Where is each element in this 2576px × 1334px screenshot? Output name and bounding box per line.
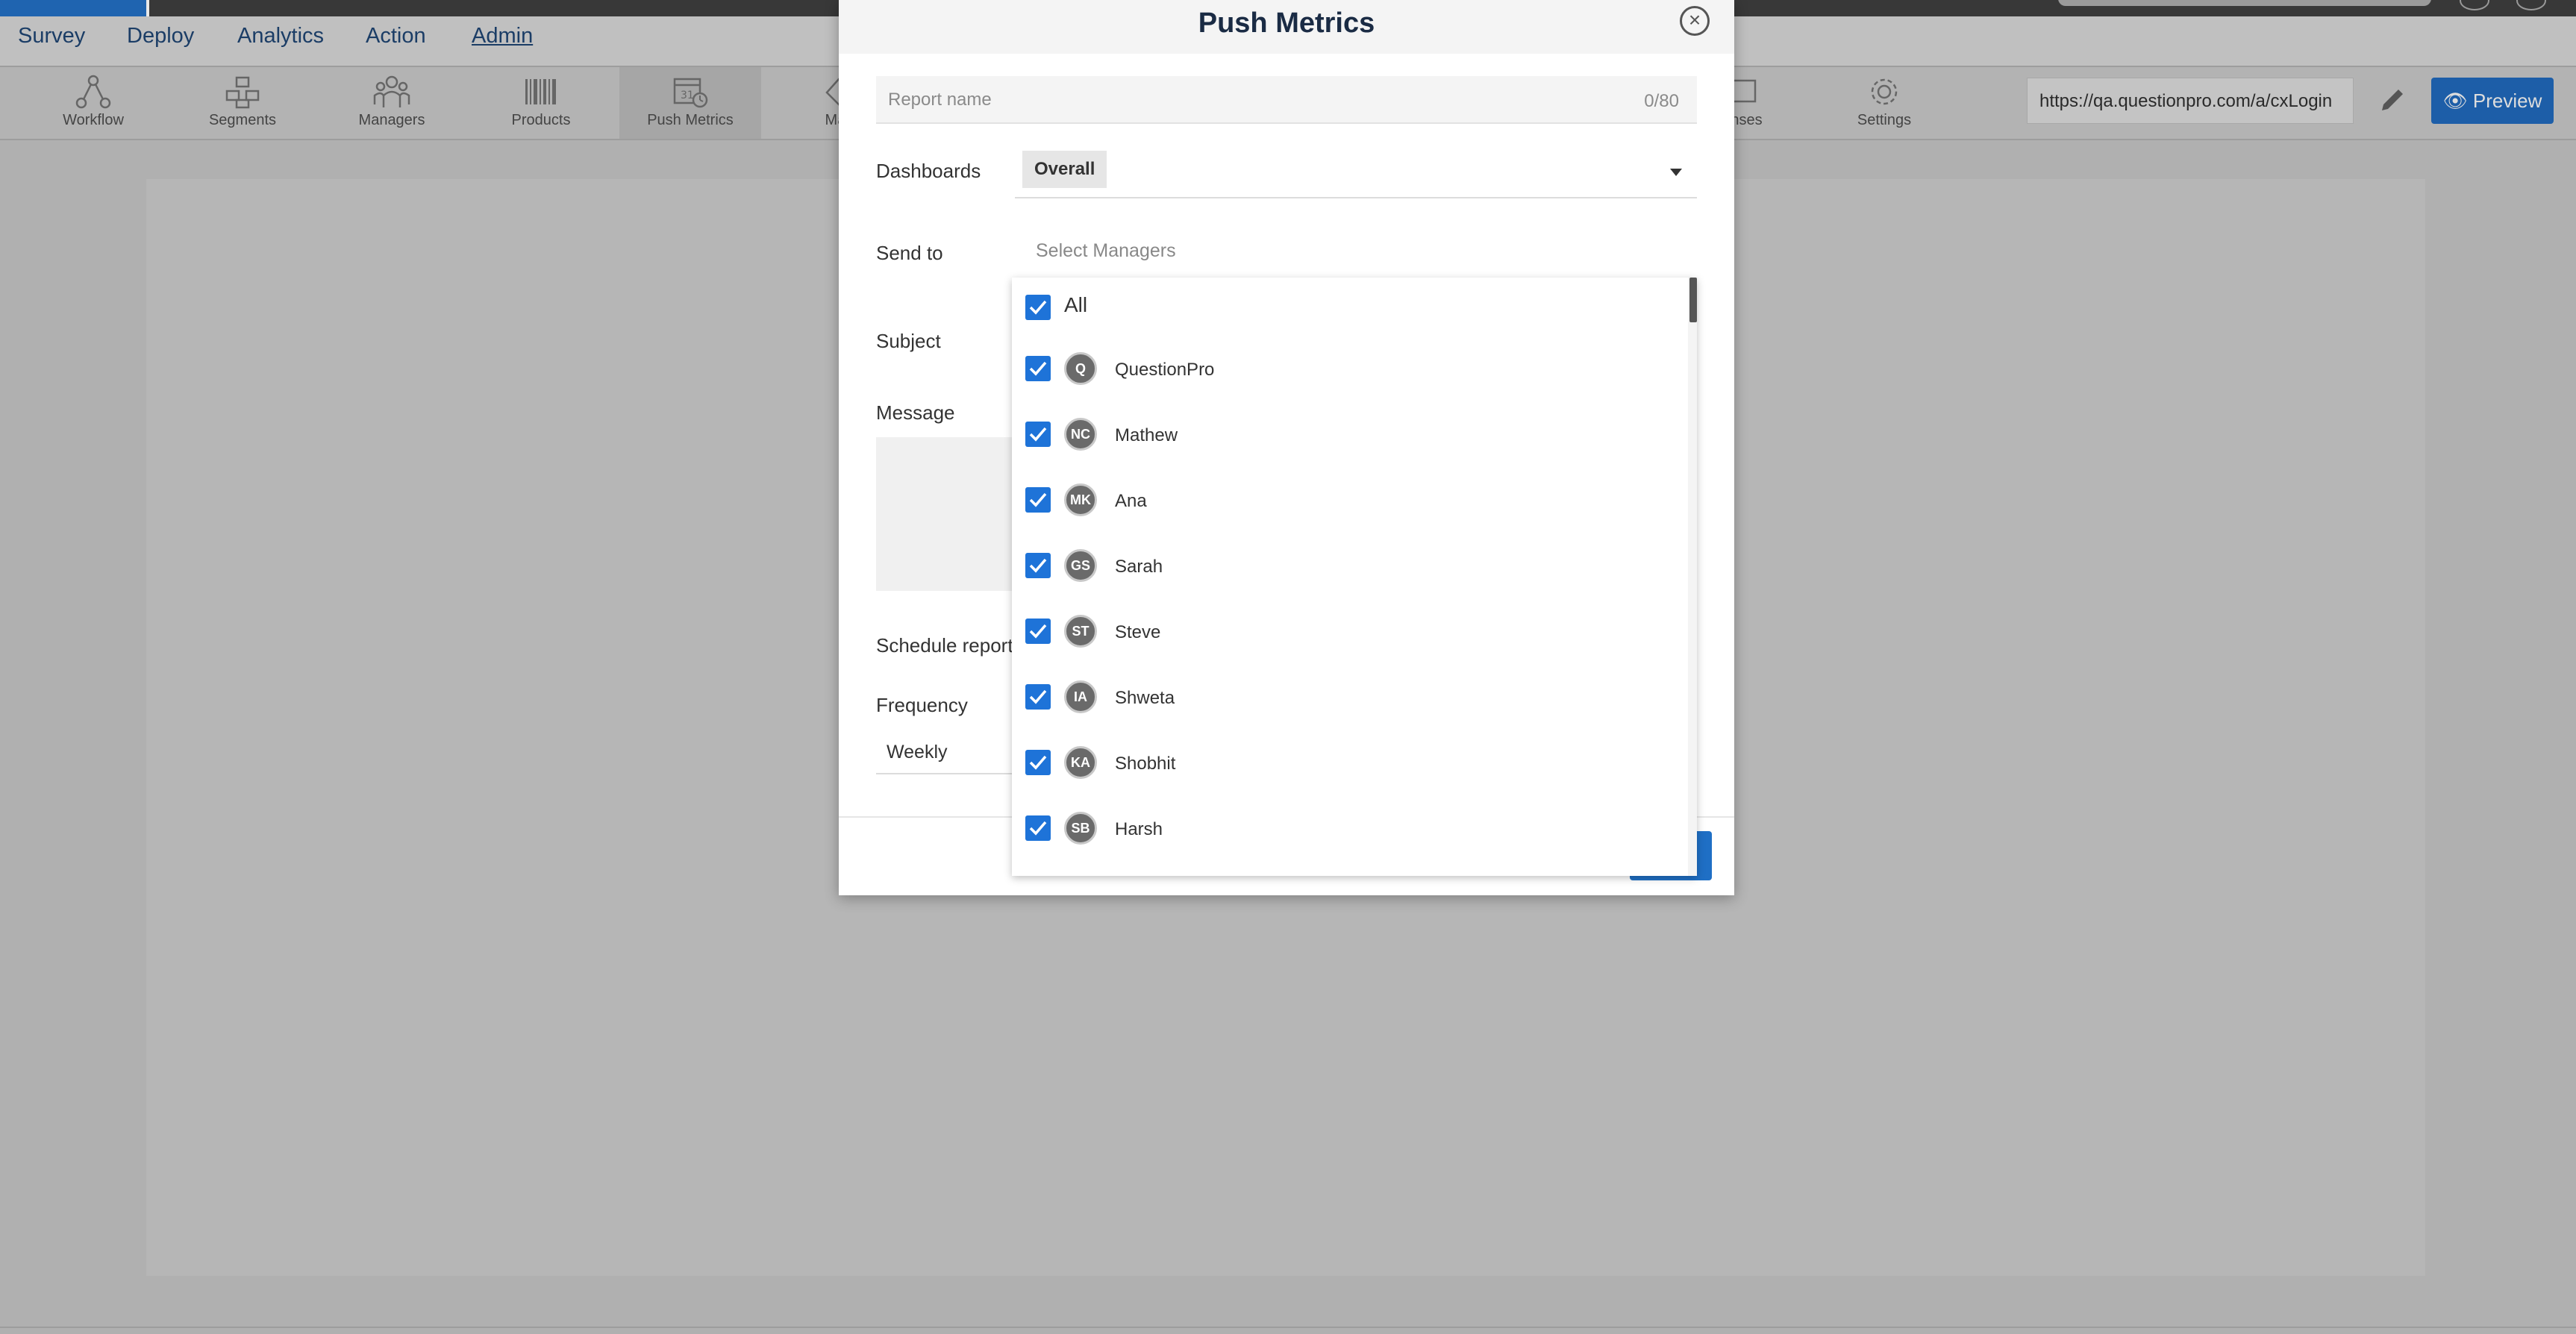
tool-label: Push Metrics — [647, 112, 734, 128]
edit-pencil-icon[interactable] — [2378, 85, 2407, 115]
manager-name: Mathew — [1115, 425, 1178, 445]
nav-admin[interactable]: Admin — [472, 24, 533, 48]
tool-managers[interactable]: Managers — [321, 67, 463, 139]
preview-button-label: Preview — [2472, 90, 2542, 112]
subject-label: Subject — [876, 330, 941, 352]
caret-down-icon[interactable] — [1670, 169, 1682, 176]
avatar: IA — [1064, 680, 1097, 713]
report-name-input[interactable]: Report name 0/80 — [876, 76, 1697, 124]
tool-products[interactable]: Products — [470, 67, 612, 139]
tool-label: Products — [511, 112, 571, 128]
manager-option[interactable]: SB Harsh — [1012, 798, 1684, 858]
manager-option[interactable]: IA Shweta — [1012, 667, 1684, 727]
tool-settings[interactable]: Settings — [1813, 67, 1955, 139]
manager-option[interactable]: NC Mathew — [1012, 404, 1684, 464]
help-icon[interactable] — [2460, 0, 2489, 10]
checkbox-checked-icon[interactable] — [1025, 487, 1051, 513]
tool-label: Segments — [208, 112, 277, 128]
manager-name: Steve — [1115, 622, 1161, 642]
checkbox-checked-icon[interactable] — [1025, 815, 1051, 841]
avatar: GS — [1064, 549, 1097, 582]
checkbox-checked-icon[interactable] — [1025, 356, 1051, 381]
message-textarea[interactable] — [876, 437, 1025, 591]
checkbox-checked-icon[interactable] — [1025, 750, 1051, 775]
svg-text:31: 31 — [681, 90, 694, 101]
modal-title: Push Metrics — [1198, 7, 1375, 39]
manager-name: Harsh — [1115, 819, 1163, 839]
manager-name: QuestionPro — [1115, 360, 1215, 380]
checkbox-checked-icon[interactable] — [1025, 295, 1051, 320]
nav-survey[interactable]: Survey — [18, 24, 85, 48]
nav-deploy[interactable]: Deploy — [127, 24, 194, 48]
checkbox-checked-icon[interactable] — [1025, 619, 1051, 644]
avatar: Q — [1064, 352, 1097, 385]
modal-header: Push Metrics × — [839, 0, 1734, 54]
checkbox-checked-icon[interactable] — [1025, 553, 1051, 578]
checkbox-checked-icon[interactable] — [1025, 422, 1051, 447]
dashboards-select[interactable]: Overall — [1015, 146, 1697, 198]
managers-dropdown: All Q QuestionPro NC Mathew MK Ana GS Sarah ST St… — [1012, 278, 1697, 876]
tool-label: Settings — [1857, 112, 1912, 128]
tool-segments[interactable]: Segments — [172, 67, 313, 139]
product-tab[interactable] — [0, 0, 146, 16]
global-search-input[interactable] — [2058, 0, 2431, 6]
scrollbar-thumb[interactable] — [1689, 278, 1697, 322]
option-all[interactable]: All — [1012, 278, 1684, 337]
divider — [0, 1327, 2576, 1328]
managers-icon — [373, 75, 410, 107]
scrollbar[interactable] — [1688, 278, 1697, 876]
option-all-label: All — [1064, 293, 1088, 316]
close-icon[interactable]: × — [1680, 6, 1710, 36]
manager-option[interactable]: Q QuestionPro — [1012, 339, 1684, 398]
divider — [146, 0, 149, 16]
manager-name: Shweta — [1115, 688, 1175, 708]
select-managers-input[interactable]: Select Managers — [1036, 240, 1176, 262]
manager-option[interactable]: ST Steve — [1012, 601, 1684, 661]
barcode-icon — [525, 79, 556, 104]
message-label: Message — [876, 401, 955, 424]
workflow-icon — [75, 75, 111, 109]
gear-icon — [1871, 78, 1898, 105]
preview-button[interactable]: 👁 Preview — [2431, 78, 2554, 124]
avatar: SB — [1064, 812, 1097, 845]
nav-action[interactable]: Action — [366, 24, 426, 48]
report-name-placeholder: Report name — [888, 90, 992, 110]
manager-name: Ana — [1115, 491, 1147, 511]
avatar: MK — [1064, 483, 1097, 516]
frequency-value: Weekly — [887, 742, 948, 762]
segments-icon — [225, 76, 260, 109]
dashboard-chip[interactable]: Overall — [1022, 151, 1107, 188]
tool-label: Managers — [358, 112, 425, 128]
tool-label: Workflow — [63, 112, 124, 128]
avatar: ST — [1064, 615, 1097, 648]
manager-option[interactable]: MK Ana — [1012, 470, 1684, 530]
frequency-select[interactable]: Weekly — [876, 731, 1025, 774]
checkbox-checked-icon[interactable] — [1025, 684, 1051, 710]
survey-url-field[interactable]: https://qa.questionpro.com/a/cxLogin — [2027, 78, 2354, 124]
frequency-label: Frequency — [876, 694, 968, 716]
tool-workflow[interactable]: Workflow — [22, 67, 164, 139]
dashboards-label: Dashboards — [876, 160, 981, 182]
account-icon[interactable] — [2516, 0, 2546, 10]
avatar: NC — [1064, 418, 1097, 451]
char-counter: 0/80 — [1644, 91, 1679, 111]
manager-name: Shobhit — [1115, 754, 1176, 774]
calendar-clock-icon: 31 — [673, 78, 708, 108]
manager-name: Sarah — [1115, 557, 1163, 577]
manager-option[interactable]: GS Sarah — [1012, 536, 1684, 595]
send-to-label: Send to — [876, 242, 943, 264]
avatar: KA — [1064, 746, 1097, 779]
manager-option[interactable]: KA Shobhit — [1012, 733, 1684, 792]
schedule-report-label: Schedule report — [876, 634, 1013, 657]
eye-icon: 👁 — [2442, 90, 2468, 112]
nav-analytics[interactable]: Analytics — [237, 24, 324, 48]
tool-push-metrics[interactable]: 31 Push Metrics — [619, 67, 761, 139]
